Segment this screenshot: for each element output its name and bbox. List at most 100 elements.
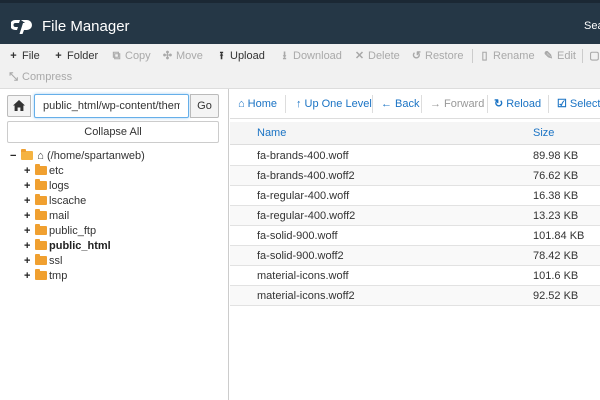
folder-icon [35,239,47,250]
move-label: Move [176,50,203,62]
new-folder-button[interactable]: + Folder [53,47,98,65]
table-row[interactable]: material-icons.woff2 92.52 KB [230,286,600,306]
plus-icon: + [10,50,17,62]
tree-item-mail[interactable]: + mail [24,209,69,224]
path-input[interactable] [34,94,189,118]
plus-icon: + [55,50,62,62]
restore-label: Restore [425,50,464,62]
table-row[interactable]: fa-brands-400.woff2 76.62 KB [230,166,600,186]
back-label: Back [395,98,420,110]
file-icon: ▯ [481,50,488,62]
navigation-bar: ⌂ Home ↑ Up One Level ← Back → Forward ↻ Relo… [230,89,600,119]
table-row[interactable]: fa-regular-400.woff2 13.23 KB [230,206,600,226]
tree-item-label: lscache [49,195,87,207]
file-name: fa-regular-400.woff [257,190,350,202]
back-button[interactable]: ← Back [381,97,419,112]
more-options-button[interactable]: ▢ [589,47,600,65]
arrow-right-icon: → [430,98,441,110]
file-size: 13.23 KB [533,210,579,222]
toolbar-divider [582,49,583,63]
copy-label: Copy [125,50,151,62]
select-all-label: Select A [569,98,600,110]
tree-item-etc[interactable]: + etc [24,164,64,179]
nav-divider [372,95,373,113]
up-one-level-button[interactable]: ↑ Up One Level [296,97,372,112]
edit-button[interactable]: ✎ Edit [543,47,576,65]
file-list-panel: ⌂ Home ↑ Up One Level ← Back → Forward ↻ Relo… [230,89,600,400]
forward-button[interactable]: → Forward [430,97,484,112]
download-button[interactable]: ⭳ Download [279,47,342,65]
rename-button[interactable]: ▯ Rename [479,47,535,65]
table-row[interactable]: fa-solid-900.woff2 78.42 KB [230,246,600,266]
home-icon: ⌂ [37,150,44,162]
expand-toggle-icon[interactable]: + [24,269,34,284]
rename-label: Rename [493,50,535,62]
compress-button[interactable]: ⤡ Compress [8,68,72,86]
table-row[interactable]: material-icons.woff 101.6 KB [230,266,600,286]
expand-toggle-icon[interactable]: + [24,179,34,194]
nav-divider [487,95,488,113]
tree-item-ssl[interactable]: + ssl [24,254,62,269]
collapse-all-button[interactable]: Collapse All [7,121,219,143]
tree-root[interactable]: − ⌂ (/home/spartanweb) [10,149,145,164]
expand-toggle-icon[interactable]: + [24,194,34,209]
search-label[interactable]: Sea [584,20,600,32]
tree-item-public-html[interactable]: + public_html [24,239,111,254]
expand-toggle-icon[interactable]: + [24,254,34,269]
file-name: material-icons.woff2 [257,290,355,302]
tree-item-public-ftp[interactable]: + public_ftp [24,224,96,239]
tree-item-label: etc [49,165,64,177]
home-directory-button[interactable] [7,95,31,117]
size-column-header[interactable]: Size [533,127,554,139]
file-size: 101.84 KB [533,230,585,242]
tree-item-label: logs [49,180,70,192]
new-file-label: File [22,50,40,62]
folder-icon [35,224,47,235]
upload-icon: ⭱ [219,50,224,62]
nav-home-label: Home [247,98,277,110]
expand-toggle-icon[interactable]: + [24,239,34,254]
expand-toggle-icon[interactable]: + [24,209,34,224]
folder-icon [35,254,47,265]
expand-toggle-icon[interactable]: + [24,164,34,179]
file-name: fa-solid-900.woff2 [257,250,344,262]
copy-button[interactable]: ⧉ Copy [111,47,151,65]
nav-home-button[interactable]: ⌂ Home [238,97,277,112]
select-all-button[interactable]: ☑Select A [557,97,600,112]
reload-label: Reload [506,98,542,110]
delete-button[interactable]: ✕ Delete [354,47,400,65]
level-up-icon: ↑ [296,98,302,110]
reload-button[interactable]: ↻ Reload [494,97,541,112]
file-name: fa-regular-400.woff2 [257,210,356,222]
folder-icon [35,209,47,220]
new-file-button[interactable]: + File [8,47,40,65]
tree-item-label: tmp [49,270,68,282]
tree-item-label: public_html [49,240,111,252]
tree-item-logs[interactable]: + logs [24,179,69,194]
tree-item-tmp[interactable]: + tmp [24,269,67,284]
code-edit-icon: ▢ [589,50,600,62]
upload-button[interactable]: ⭱ Upload [216,47,265,65]
table-row[interactable]: fa-solid-900.woff 101.84 KB [230,226,600,246]
nav-divider [285,95,286,113]
file-size: 101.6 KB [533,270,579,282]
table-header: Name Size [230,122,600,145]
expand-toggle-icon[interactable]: + [24,224,34,239]
cpanel-logo-icon[interactable] [11,17,33,35]
tree-item-lscache[interactable]: + lscache [24,194,86,209]
pencil-icon: ✎ [543,50,554,62]
table-row[interactable]: fa-regular-400.woff 16.38 KB [230,186,600,206]
go-button[interactable]: Go [190,94,219,118]
move-button[interactable]: ✣ Move [162,47,203,65]
file-name: material-icons.woff [257,270,349,282]
collapse-toggle-icon[interactable]: − [10,149,20,164]
file-name: fa-solid-900.woff [257,230,338,242]
folder-icon [35,269,47,280]
table-row[interactable]: fa-brands-400.woff 89.98 KB [230,146,600,166]
undo-icon: ↺ [411,50,422,62]
toolbar: + File + Folder ⧉ Copy ✣ Move ⭱ Upload ⭳ Downl… [0,44,600,89]
home-icon: ⌂ [238,98,245,110]
name-column-header[interactable]: Name [257,127,286,139]
app-title: File Manager [42,18,130,35]
restore-button[interactable]: ↺ Restore [411,47,464,65]
